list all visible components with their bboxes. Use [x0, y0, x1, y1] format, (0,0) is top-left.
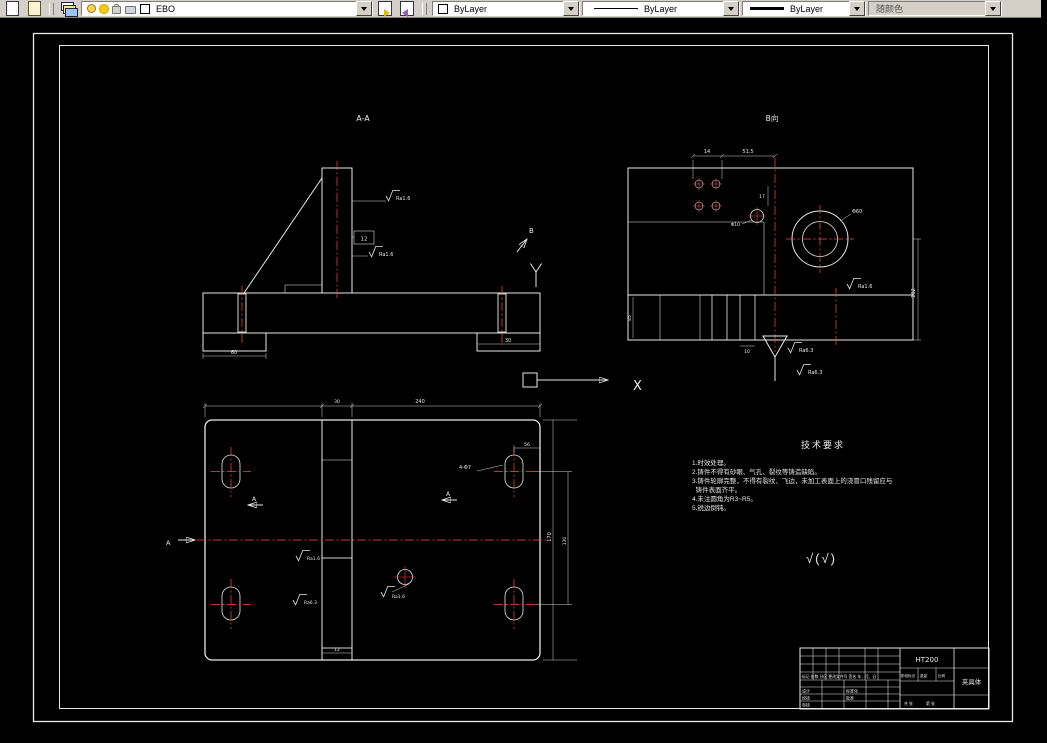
plan-view: A A A 4-Φ7 56 30 240 170 130 Ra1.6 Ra6.3	[166, 399, 577, 661]
dimension-label: Φ60	[852, 209, 862, 215]
dimension-label: Ra1.6	[379, 252, 393, 258]
section-letter: A	[166, 539, 171, 547]
document-icon[interactable]	[2, 1, 22, 16]
dimension-label: 12	[334, 647, 340, 653]
dimension-label: Φ10	[731, 222, 740, 228]
title-block-cell: 设计	[802, 688, 810, 694]
dimension-label: 17	[759, 194, 765, 200]
dimension-label: 170	[547, 532, 553, 542]
layer-plot-icon[interactable]	[125, 5, 136, 14]
linetype-value: ByLayer	[644, 3, 678, 14]
layer-on-icon[interactable]	[87, 4, 96, 13]
color-value: ByLayer	[454, 3, 488, 14]
color-dropdown[interactable]: ByLayer	[432, 1, 580, 16]
plotstyle-dropdown-arrow	[985, 1, 1001, 16]
layer-lock-icon[interactable]	[112, 3, 121, 14]
section-letter: B	[529, 227, 534, 235]
dimension-label: Ra6.3	[799, 348, 813, 354]
linetype-sample-icon	[594, 8, 638, 9]
layer-freeze-icon[interactable]	[100, 4, 108, 13]
dimension-label: Ra1.6	[392, 594, 405, 600]
linetype-dropdown-arrow[interactable]	[723, 1, 739, 16]
ucs-icon: X	[522, 263, 642, 394]
title-block-cell: 比例	[938, 673, 946, 678]
title-block-cell: 重量	[920, 673, 928, 678]
make-object-layer-current-icon[interactable]	[375, 1, 395, 17]
document-stack-icon[interactable]	[24, 1, 44, 16]
dimension-label: 102	[911, 288, 917, 298]
layer-dropdown[interactable]: EBO	[81, 1, 373, 16]
title-block-header: 标记 处数 分区 更改文件号 签名 年、月、日	[802, 674, 877, 679]
section-view-a-a: A-A Ra1.6 Ra1.6 12 30 60	[202, 114, 541, 359]
dimension-label: 56	[524, 442, 530, 448]
title-block-cell: 审核	[802, 702, 810, 708]
view-label: A-A	[356, 114, 370, 123]
view-label: B向	[766, 113, 779, 123]
view-direction-b-arrow: B	[516, 227, 534, 253]
technical-requirement-item: 1.时效处理。	[692, 460, 730, 467]
drawing-canvas[interactable]: A-A Ra1.6 Ra1.6 12 30 60 B X B向 14 51.5 …	[0, 0, 1047, 743]
technical-requirement-item: 5.锐边倒钝。	[692, 505, 730, 512]
cad-drawing: A-A Ra1.6 Ra1.6 12 30 60 B X B向 14 51.5 …	[32, 32, 1014, 723]
surface-finish-note: √(√)	[806, 551, 837, 566]
dimension-label: Ra1.6	[858, 284, 872, 290]
dimension-label: 60	[231, 350, 237, 356]
title-block: HT200 夹具体 标记 处数 分区 更改文件号 签名 年、月、日 设计 校核 …	[799, 647, 990, 710]
title-block-cell: 共 张	[904, 701, 913, 706]
section-letter: A	[446, 491, 451, 498]
dimension-label: 30	[334, 399, 340, 405]
layer-previous-icon[interactable]	[397, 1, 417, 17]
dimension-label: 14	[704, 149, 710, 155]
title-block-cell: 标准化	[846, 688, 858, 694]
top-toolbar: EBO ByLayer ByLayer ByLayer 随颜色	[0, 0, 1041, 18]
dimension-label: 12	[361, 237, 368, 243]
lineweight-dropdown[interactable]: ByLayer	[742, 1, 866, 16]
color-dropdown-arrow[interactable]	[563, 1, 579, 16]
dimension-label: Ra6.3	[808, 370, 822, 376]
technical-requirement-item: 铸件表面齐平。	[692, 487, 742, 494]
dimension-label: Ra1.6	[307, 556, 320, 562]
current-color-swatch	[438, 3, 448, 14]
layer-dropdown-arrow[interactable]	[356, 1, 372, 16]
part-name-label: 夹具体	[962, 677, 982, 686]
title-block-cell: 校核	[802, 695, 810, 701]
layer-color-swatch[interactable]	[140, 3, 150, 14]
layer-properties-manager-icon[interactable]	[59, 1, 79, 17]
technical-requirement-item: 2.铸件不得有砂眼、气孔、裂纹等铸造缺陷。	[692, 469, 821, 476]
view-b: B向 14 51.5 17 Φ10 Φ60 102 85 10 Ra6.3 Ra…	[627, 113, 921, 381]
layer-name: EBO	[156, 3, 176, 14]
toolbar-grip	[49, 2, 54, 15]
plotstyle-value: 随颜色	[876, 4, 904, 14]
plotstyle-dropdown: 随颜色	[868, 1, 1002, 16]
dimension-label: 240	[415, 399, 425, 405]
technical-requirements: 技术要求 1.时效处理。 2.铸件不得有砂眼、气孔、裂纹等铸造缺陷。 3.铸件轮…	[692, 438, 954, 513]
lineweight-dropdown-arrow[interactable]	[849, 1, 865, 16]
axis-x-label: X	[633, 379, 642, 394]
linetype-dropdown[interactable]: ByLayer	[582, 1, 740, 16]
lineweight-sample-icon	[750, 7, 784, 10]
technical-requirement-item: 4.未注圆角为R3~R5。	[692, 496, 757, 503]
toolbar-grip	[422, 2, 427, 15]
title-block-cell: 批准	[846, 695, 854, 701]
technical-requirements-title: 技术要求	[800, 440, 845, 450]
dimension-label: 10	[744, 349, 750, 355]
dimension-label: 51.5	[742, 149, 753, 155]
dimension-label: 85	[627, 315, 633, 321]
dimension-label: 4-Φ7	[459, 465, 471, 471]
lineweight-value: ByLayer	[790, 3, 824, 14]
dimension-label: 130	[562, 537, 568, 546]
title-block-cell: 阶段标记	[901, 673, 915, 678]
dimension-label: Ra1.6	[396, 196, 410, 202]
title-block-cell: 第 张	[926, 701, 935, 706]
dimension-label: 30	[505, 338, 511, 344]
material-label: HT200	[916, 656, 939, 664]
technical-requirement-item: 3.铸件轮廓完整，不得有裂纹、飞边，未加工表面上的浇冒口残留应与	[692, 478, 893, 485]
section-letter: A	[252, 496, 257, 503]
dimension-label: Ra6.3	[304, 600, 317, 606]
